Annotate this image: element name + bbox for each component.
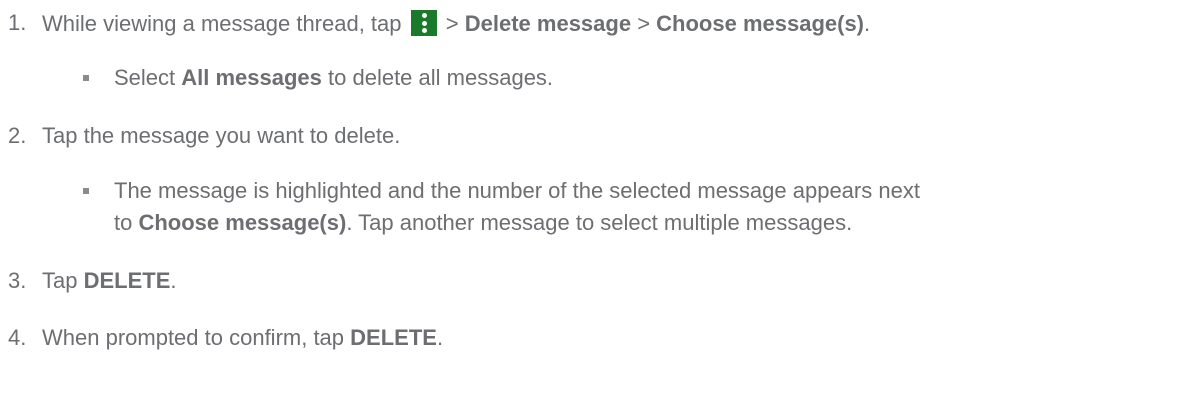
step-3-pre: Tap bbox=[42, 268, 84, 293]
step-1-sep2: > bbox=[631, 11, 657, 36]
step-1-intro: While viewing a message thread, tap bbox=[42, 11, 402, 36]
step-1-number: 1. bbox=[8, 10, 27, 35]
delete-label: DELETE bbox=[83, 268, 171, 293]
choose-messages-label: Choose message(s) bbox=[138, 210, 347, 235]
step-2-text: Tap the message you want to delete. bbox=[42, 123, 401, 148]
step-1-subtext: Select All messages to delete all messag… bbox=[114, 65, 553, 91]
more-vertical-icon bbox=[410, 10, 437, 36]
step-3-post: . bbox=[170, 268, 177, 293]
step-1-sub-post: to delete all messages. bbox=[321, 65, 554, 90]
step-4-text: When prompted to confirm, tap DELETE. bbox=[42, 325, 443, 351]
step-2-sub-post: . Tap another message to select multiple… bbox=[346, 210, 853, 235]
step-4-post: . bbox=[436, 325, 444, 350]
step-1-sub-pre: Select bbox=[114, 65, 182, 90]
delete-label: DELETE bbox=[350, 325, 437, 350]
all-messages-label: All messages bbox=[181, 65, 322, 90]
step-3-number: 3. bbox=[8, 268, 27, 293]
step-1-end: . bbox=[864, 11, 871, 36]
bullet-marker bbox=[83, 75, 89, 81]
step-3-text: Tap DELETE. bbox=[42, 268, 177, 294]
step-4-pre: When prompted to confirm, tap bbox=[42, 325, 351, 350]
step-2-subtext-line1: The message is highlighted and the numbe… bbox=[114, 178, 920, 203]
bullet-marker bbox=[83, 188, 89, 194]
step-1-text: While viewing a message thread, tap > De… bbox=[42, 10, 870, 37]
delete-message-label: Delete message bbox=[464, 11, 632, 36]
step-2-sub-pre: to bbox=[114, 210, 139, 235]
step-2-number: 2. bbox=[8, 123, 27, 148]
step-4-number: 4. bbox=[8, 325, 27, 350]
step-2-subtext-line2: to Choose message(s). Tap another messag… bbox=[114, 210, 852, 236]
choose-messages-label: Choose message(s) bbox=[656, 11, 865, 36]
step-1-sep1: > bbox=[445, 11, 465, 36]
